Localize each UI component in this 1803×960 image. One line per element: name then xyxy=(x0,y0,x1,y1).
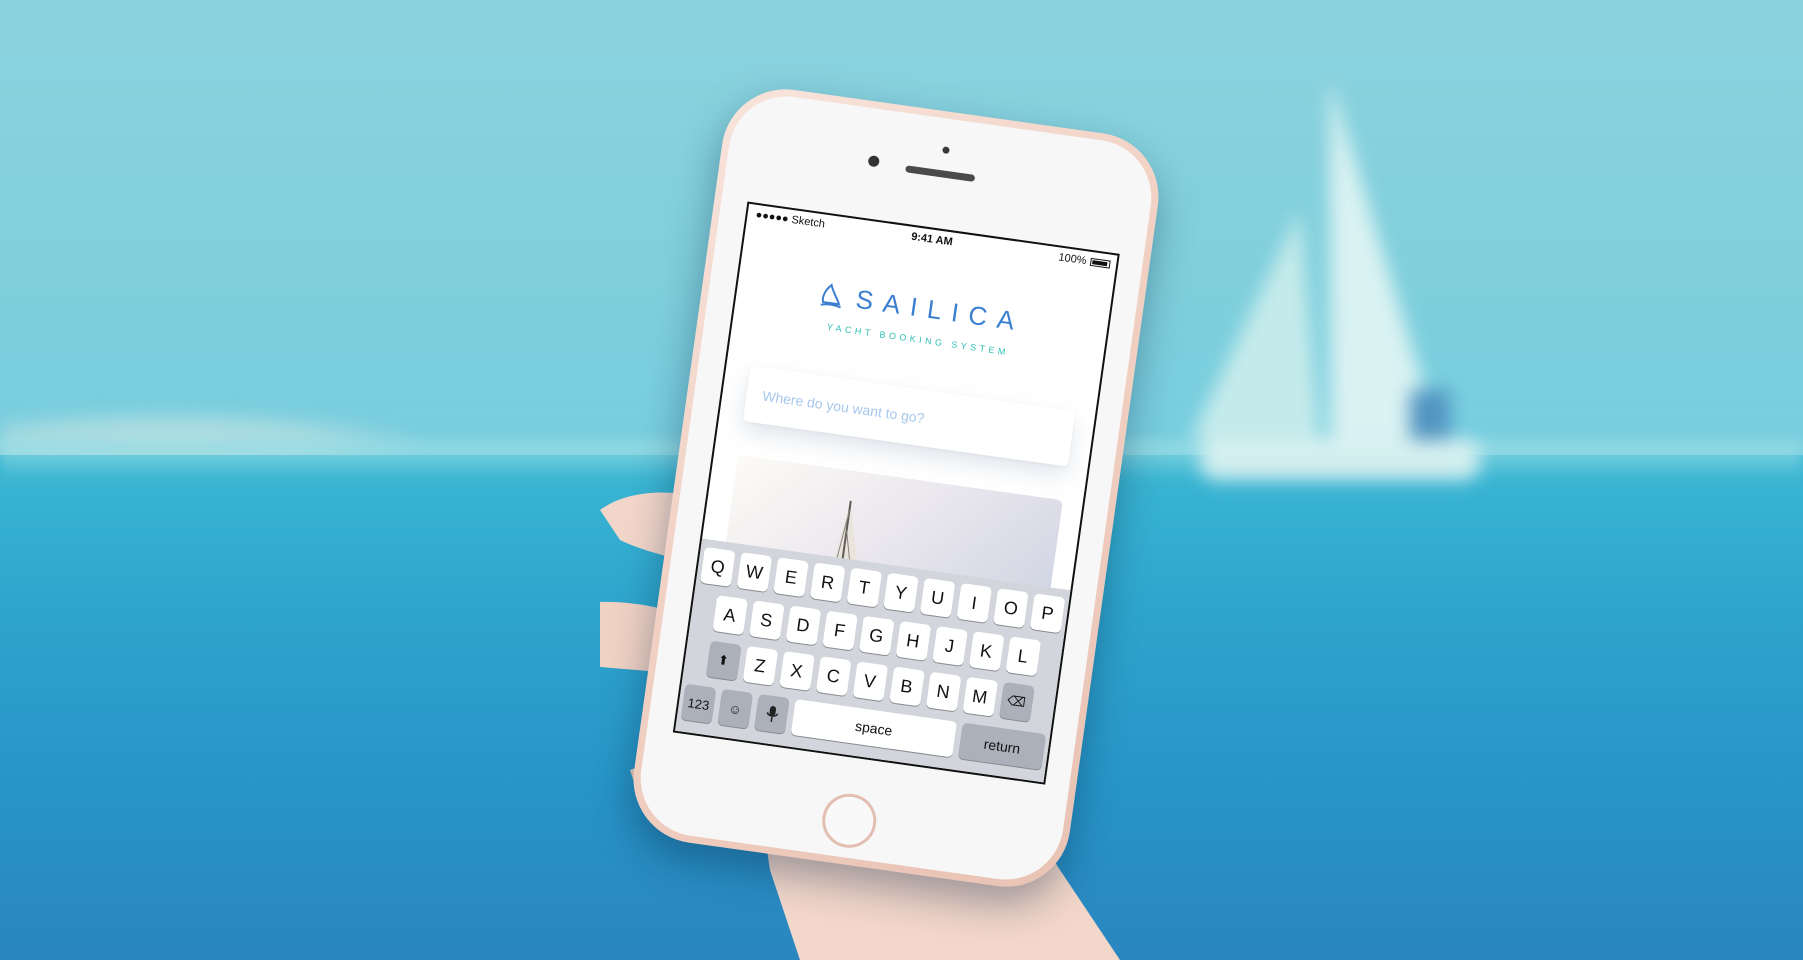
emoji-key[interactable]: ☺ xyxy=(717,688,754,729)
return-key[interactable]: return xyxy=(957,722,1047,770)
microphone-icon xyxy=(766,705,778,722)
numbers-key[interactable]: 123 xyxy=(680,683,717,724)
delete-icon: ⌫ xyxy=(1006,692,1027,711)
key-m[interactable]: M xyxy=(961,676,998,717)
key-q[interactable]: Q xyxy=(699,546,736,587)
key-f[interactable]: F xyxy=(821,610,858,651)
battery-percent: 100% xyxy=(1057,251,1088,268)
screen: ●●●●● Sketch 9:41 AM 100% SAILICA YACHT … xyxy=(672,201,1120,785)
key-h[interactable]: H xyxy=(895,620,931,661)
key-v[interactable]: V xyxy=(851,661,888,702)
key-n[interactable]: N xyxy=(925,671,961,712)
camera-icon xyxy=(867,155,880,168)
key-a[interactable]: A xyxy=(711,595,748,636)
search-box[interactable] xyxy=(742,365,1076,467)
delete-key[interactable]: ⌫ xyxy=(998,681,1035,722)
app-logo: SAILICA YACHT BOOKING SYSTEM xyxy=(733,267,1109,370)
status-bar: ●●●●● Sketch 9:41 AM 100% xyxy=(746,204,1117,276)
dictation-key[interactable] xyxy=(753,693,790,734)
key-x[interactable]: X xyxy=(778,650,815,691)
key-j[interactable]: J xyxy=(931,626,968,666)
key-c[interactable]: C xyxy=(815,656,852,697)
key-o[interactable]: O xyxy=(993,588,1029,629)
shift-icon: ⬆ xyxy=(716,651,730,669)
search-input[interactable] xyxy=(742,365,1076,467)
key-b[interactable]: B xyxy=(888,666,925,707)
key-d[interactable]: D xyxy=(785,605,821,646)
sensor-icon xyxy=(942,146,950,155)
key-u[interactable]: U xyxy=(919,577,956,618)
key-r[interactable]: R xyxy=(809,562,846,603)
key-y[interactable]: Y xyxy=(883,572,919,613)
key-i[interactable]: I xyxy=(956,583,993,623)
key-s[interactable]: S xyxy=(748,600,785,641)
key-t[interactable]: T xyxy=(846,567,883,608)
home-button[interactable] xyxy=(818,790,880,852)
speaker-grille xyxy=(905,165,976,182)
shift-key[interactable]: ⬆ xyxy=(705,640,742,681)
key-p[interactable]: P xyxy=(1029,593,1066,634)
key-g[interactable]: G xyxy=(858,615,895,656)
emoji-icon: ☺ xyxy=(727,700,743,718)
key-e[interactable]: E xyxy=(773,557,809,598)
key-l[interactable]: L xyxy=(1004,636,1041,677)
key-z[interactable]: Z xyxy=(742,645,778,686)
key-k[interactable]: K xyxy=(968,631,1005,672)
key-w[interactable]: W xyxy=(736,552,773,593)
sailboat-icon xyxy=(820,282,842,308)
